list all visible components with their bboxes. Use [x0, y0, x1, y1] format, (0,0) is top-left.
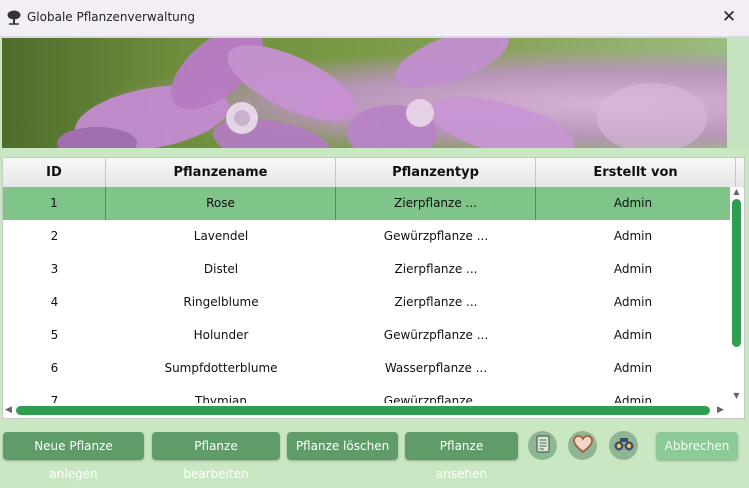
scroll-right-icon[interactable]: ▶: [717, 405, 724, 415]
cell-id: 6: [50, 361, 59, 375]
notepad-icon: [535, 435, 551, 456]
heart-icon: [572, 435, 593, 456]
cell-type: Zierpflanze ...: [336, 187, 536, 220]
vertical-scrollbar[interactable]: ▲ ▼: [730, 187, 743, 403]
table-header: ID Pflanzename Pflanzentyp Erstellt von: [3, 158, 744, 188]
cell-name: Distel: [203, 262, 239, 276]
cell-id: 1: [3, 187, 106, 220]
scroll-up-icon[interactable]: ▲: [732, 188, 741, 196]
cell-name: Holunder: [193, 328, 249, 342]
close-button[interactable]: ✕: [715, 4, 743, 30]
table-row[interactable]: 6 Sumpfdotterblume Wasserpflanze ... Adm…: [3, 352, 730, 385]
cell-name: Sumpfdotterblume: [164, 361, 278, 375]
close-icon: ✕: [721, 7, 737, 27]
column-header-creator[interactable]: Erstellt von: [536, 158, 736, 187]
table-row[interactable]: 1 Rose Zierpflanze ... Admin: [3, 187, 730, 220]
cell-type: Zierpflanze ...: [394, 262, 478, 276]
new-plant-button[interactable]: Neue Pflanze anlegen: [3, 432, 144, 481]
cell-id: 5: [50, 328, 59, 342]
search-button[interactable]: [609, 431, 638, 460]
cell-type: Zierpflanze ...: [394, 295, 478, 309]
horizontal-scroll-thumb[interactable]: [16, 406, 710, 415]
view-plant-button[interactable]: Pflanze ansehen: [405, 432, 518, 481]
column-header-name[interactable]: Pflanzename: [106, 158, 336, 187]
window-title: Globale Pflanzenverwaltung: [27, 10, 195, 24]
tree-icon: [6, 9, 22, 25]
table-row[interactable]: 3 Distel Zierpflanze ... Admin: [3, 253, 730, 286]
cell-creator: Admin: [613, 328, 653, 342]
vertical-scroll-thumb[interactable]: [732, 199, 741, 347]
plants-table[interactable]: ID Pflanzename Pflanzentyp Erstellt von …: [2, 157, 745, 419]
table-row[interactable]: 4 Ringelblume Zierpflanze ... Admin: [3, 286, 730, 319]
delete-plant-button[interactable]: Pflanze löschen: [287, 432, 398, 460]
cell-type: Gewürzpflanze ...: [383, 229, 489, 243]
table-row[interactable]: 2 Lavendel Gewürzpflanze ... Admin: [3, 220, 730, 253]
column-header-id[interactable]: ID: [3, 158, 106, 187]
binoculars-icon: [614, 436, 634, 455]
scroll-down-icon[interactable]: ▼: [732, 392, 741, 400]
cell-creator: Admin: [613, 229, 653, 243]
cell-name: Ringelblume: [183, 295, 259, 309]
cell-creator: Admin: [613, 361, 653, 375]
title-bar: Globale Pflanzenverwaltung ✕: [0, 0, 749, 37]
cell-name: Rose: [106, 187, 336, 220]
banner-edge: [727, 38, 749, 148]
cell-creator: Admin: [613, 262, 653, 276]
banner-image: [2, 38, 727, 148]
cell-creator: Admin: [613, 295, 653, 309]
cell-id: 2: [50, 229, 59, 243]
column-header-type[interactable]: Pflanzentyp: [336, 158, 536, 187]
favorite-button[interactable]: [568, 431, 597, 460]
horizontal-scrollbar[interactable]: ◀ ▶: [3, 403, 744, 417]
scroll-left-icon[interactable]: ◀: [5, 405, 12, 415]
cell-creator: Admin: [613, 196, 653, 210]
cell-id: 4: [50, 295, 59, 309]
cell-name: Lavendel: [193, 229, 249, 243]
cell-type: Gewürzpflanze ...: [383, 328, 489, 342]
edit-plant-button[interactable]: Pflanze bearbeiten: [152, 432, 280, 481]
cell-id: 3: [50, 262, 59, 276]
cell-type: Wasserpflanze ...: [384, 361, 488, 375]
table-row[interactable]: 5 Holunder Gewürzpflanze ... Admin: [3, 319, 730, 352]
flower-right: [347, 38, 575, 148]
flower-left: [57, 38, 357, 148]
notes-button[interactable]: [528, 431, 557, 460]
cancel-button[interactable]: Abbrechen: [656, 432, 738, 460]
